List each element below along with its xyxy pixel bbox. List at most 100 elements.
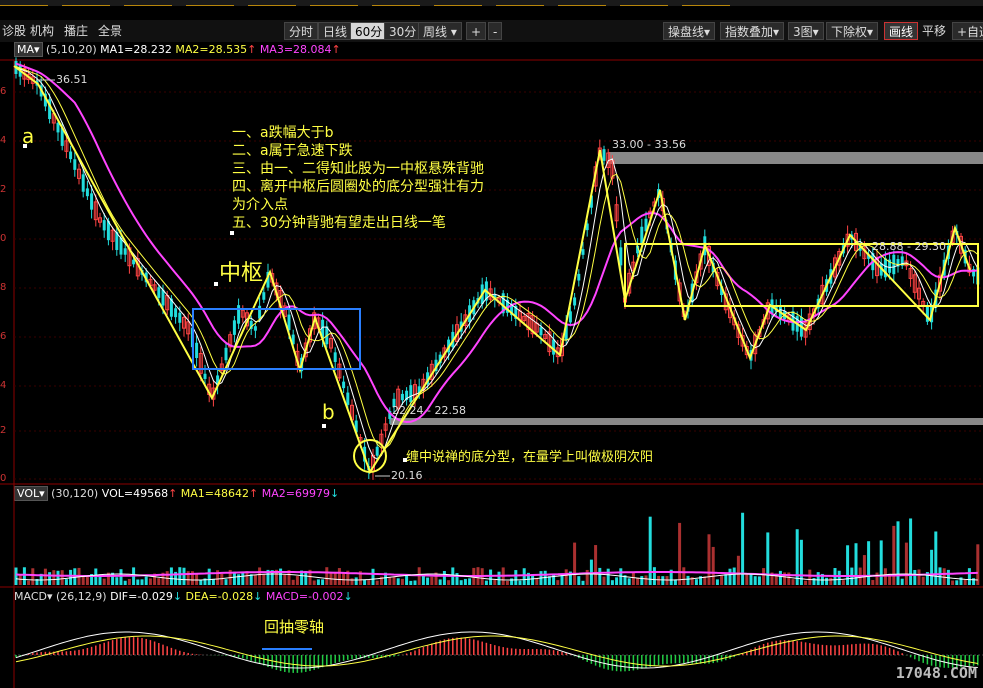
volume-bar-up bbox=[333, 571, 337, 585]
volume-bar-down bbox=[484, 580, 488, 585]
volume-bar-up bbox=[102, 578, 106, 585]
volume-bar-down bbox=[795, 529, 799, 585]
volume-bar-up bbox=[27, 580, 31, 585]
volume-bar-down bbox=[409, 580, 413, 585]
candle-down bbox=[346, 392, 350, 405]
volume-bar-down bbox=[510, 578, 514, 585]
volume-bar-up bbox=[631, 571, 635, 585]
volume-bar-up bbox=[295, 576, 299, 585]
kline-chart[interactable] bbox=[0, 0, 983, 688]
volume-bar-down bbox=[249, 574, 253, 585]
volume-bar-up bbox=[745, 573, 749, 585]
volume-bar-down bbox=[913, 569, 917, 585]
label-b: b bbox=[322, 400, 335, 424]
volume-bar-down bbox=[14, 567, 18, 585]
y-tick: 4 bbox=[0, 380, 7, 391]
volume-bar-down bbox=[421, 575, 425, 585]
candle-down bbox=[552, 339, 556, 355]
note-line: 五、30分钟背驰有望走出日线一笔 bbox=[232, 215, 446, 231]
volume-bar-up bbox=[682, 567, 686, 585]
volume-bar-up bbox=[262, 574, 266, 585]
volume-bar-down bbox=[867, 541, 871, 585]
volume-bar-up bbox=[505, 580, 509, 585]
volume-bar-up bbox=[804, 580, 808, 585]
candle-down bbox=[602, 149, 606, 161]
volume-bar-up bbox=[430, 576, 434, 585]
volume-bar-down bbox=[48, 572, 52, 585]
volume-bar-down bbox=[648, 516, 652, 585]
ma3-line bbox=[15, 62, 978, 424]
volume-bar-up bbox=[720, 575, 724, 585]
volume-bar-up bbox=[951, 580, 955, 585]
note-line: 二、a属于急速下跌 bbox=[232, 143, 353, 159]
note-line: 一、a跌幅大于b bbox=[232, 125, 334, 141]
volume-bar-down bbox=[169, 567, 173, 585]
volume-bar-up bbox=[921, 576, 925, 585]
volume-bar-down bbox=[732, 567, 736, 585]
candle-down bbox=[102, 220, 106, 231]
volume-bar-down bbox=[405, 574, 409, 585]
volume-bar-down bbox=[140, 579, 144, 585]
y-tick: 6 bbox=[0, 331, 7, 342]
candle-down bbox=[568, 311, 572, 323]
volume-bar-down bbox=[560, 574, 564, 585]
y-tick: 8 bbox=[0, 282, 7, 293]
volume-bar-up bbox=[871, 580, 875, 585]
volume-bar-down bbox=[825, 577, 829, 585]
volume-bar-up bbox=[85, 575, 89, 585]
volume-bar-down bbox=[577, 576, 581, 585]
candle-down bbox=[333, 352, 337, 362]
volume-bar-up bbox=[400, 578, 404, 585]
volume-bar-down bbox=[22, 567, 26, 585]
volume-bar-down bbox=[837, 570, 841, 585]
volume-bar-down bbox=[182, 567, 186, 585]
candle-down bbox=[232, 320, 236, 335]
high-price-label: 36.51 bbox=[56, 73, 88, 86]
volume-bar-up bbox=[573, 542, 577, 585]
candle-down bbox=[342, 381, 346, 389]
candle-down bbox=[123, 248, 127, 255]
volume-bar-down bbox=[694, 579, 698, 585]
volume-bar-up bbox=[220, 574, 224, 585]
y-tick: 0 bbox=[0, 473, 7, 484]
volume-bar-up bbox=[917, 569, 921, 585]
dea-line bbox=[15, 635, 978, 667]
volume-bar-down bbox=[115, 577, 119, 585]
volume-bar-down bbox=[812, 578, 816, 585]
volume-bar-up bbox=[904, 542, 908, 585]
y-tick: 6 bbox=[0, 86, 7, 97]
volume-bar-down bbox=[468, 578, 472, 585]
volume-bar-down bbox=[816, 572, 820, 585]
volume-bar-up bbox=[258, 567, 262, 585]
volume-bar-down bbox=[686, 575, 690, 585]
volume-bar-up bbox=[976, 544, 980, 585]
volume-bar-up bbox=[808, 569, 812, 585]
candle-down bbox=[577, 273, 581, 281]
volume-bar-up bbox=[602, 576, 606, 585]
marker-center bbox=[214, 282, 218, 286]
volume-bar-up bbox=[657, 575, 661, 585]
volume-bar-down bbox=[459, 580, 463, 585]
volume-bar-down bbox=[363, 579, 367, 585]
candle-down bbox=[375, 446, 379, 456]
volume-bar-up bbox=[594, 545, 598, 585]
y-tick: 2 bbox=[0, 184, 7, 195]
note-line: 为介入点 bbox=[232, 197, 288, 213]
candle-down bbox=[203, 373, 207, 379]
volume-bar-down bbox=[316, 579, 320, 585]
volume-bar-down bbox=[652, 567, 656, 585]
bottom-fractal-note: 缠中说禅的底分型，在量学上叫做极阴次阳 bbox=[406, 450, 654, 465]
volume-bar-down bbox=[426, 577, 430, 585]
volume-bar-down bbox=[144, 576, 148, 585]
candle-down bbox=[253, 326, 257, 331]
volume-bar-up bbox=[312, 580, 316, 585]
volume-bar-down bbox=[514, 570, 518, 585]
volume-bar-up bbox=[791, 579, 795, 585]
center-label: 中枢 bbox=[219, 261, 264, 286]
label-a: a bbox=[22, 124, 35, 148]
candle-down bbox=[573, 297, 577, 306]
volume-bar-up bbox=[447, 580, 451, 585]
candle-down bbox=[81, 174, 85, 192]
candle-down bbox=[157, 287, 161, 298]
candle-down bbox=[258, 305, 262, 319]
